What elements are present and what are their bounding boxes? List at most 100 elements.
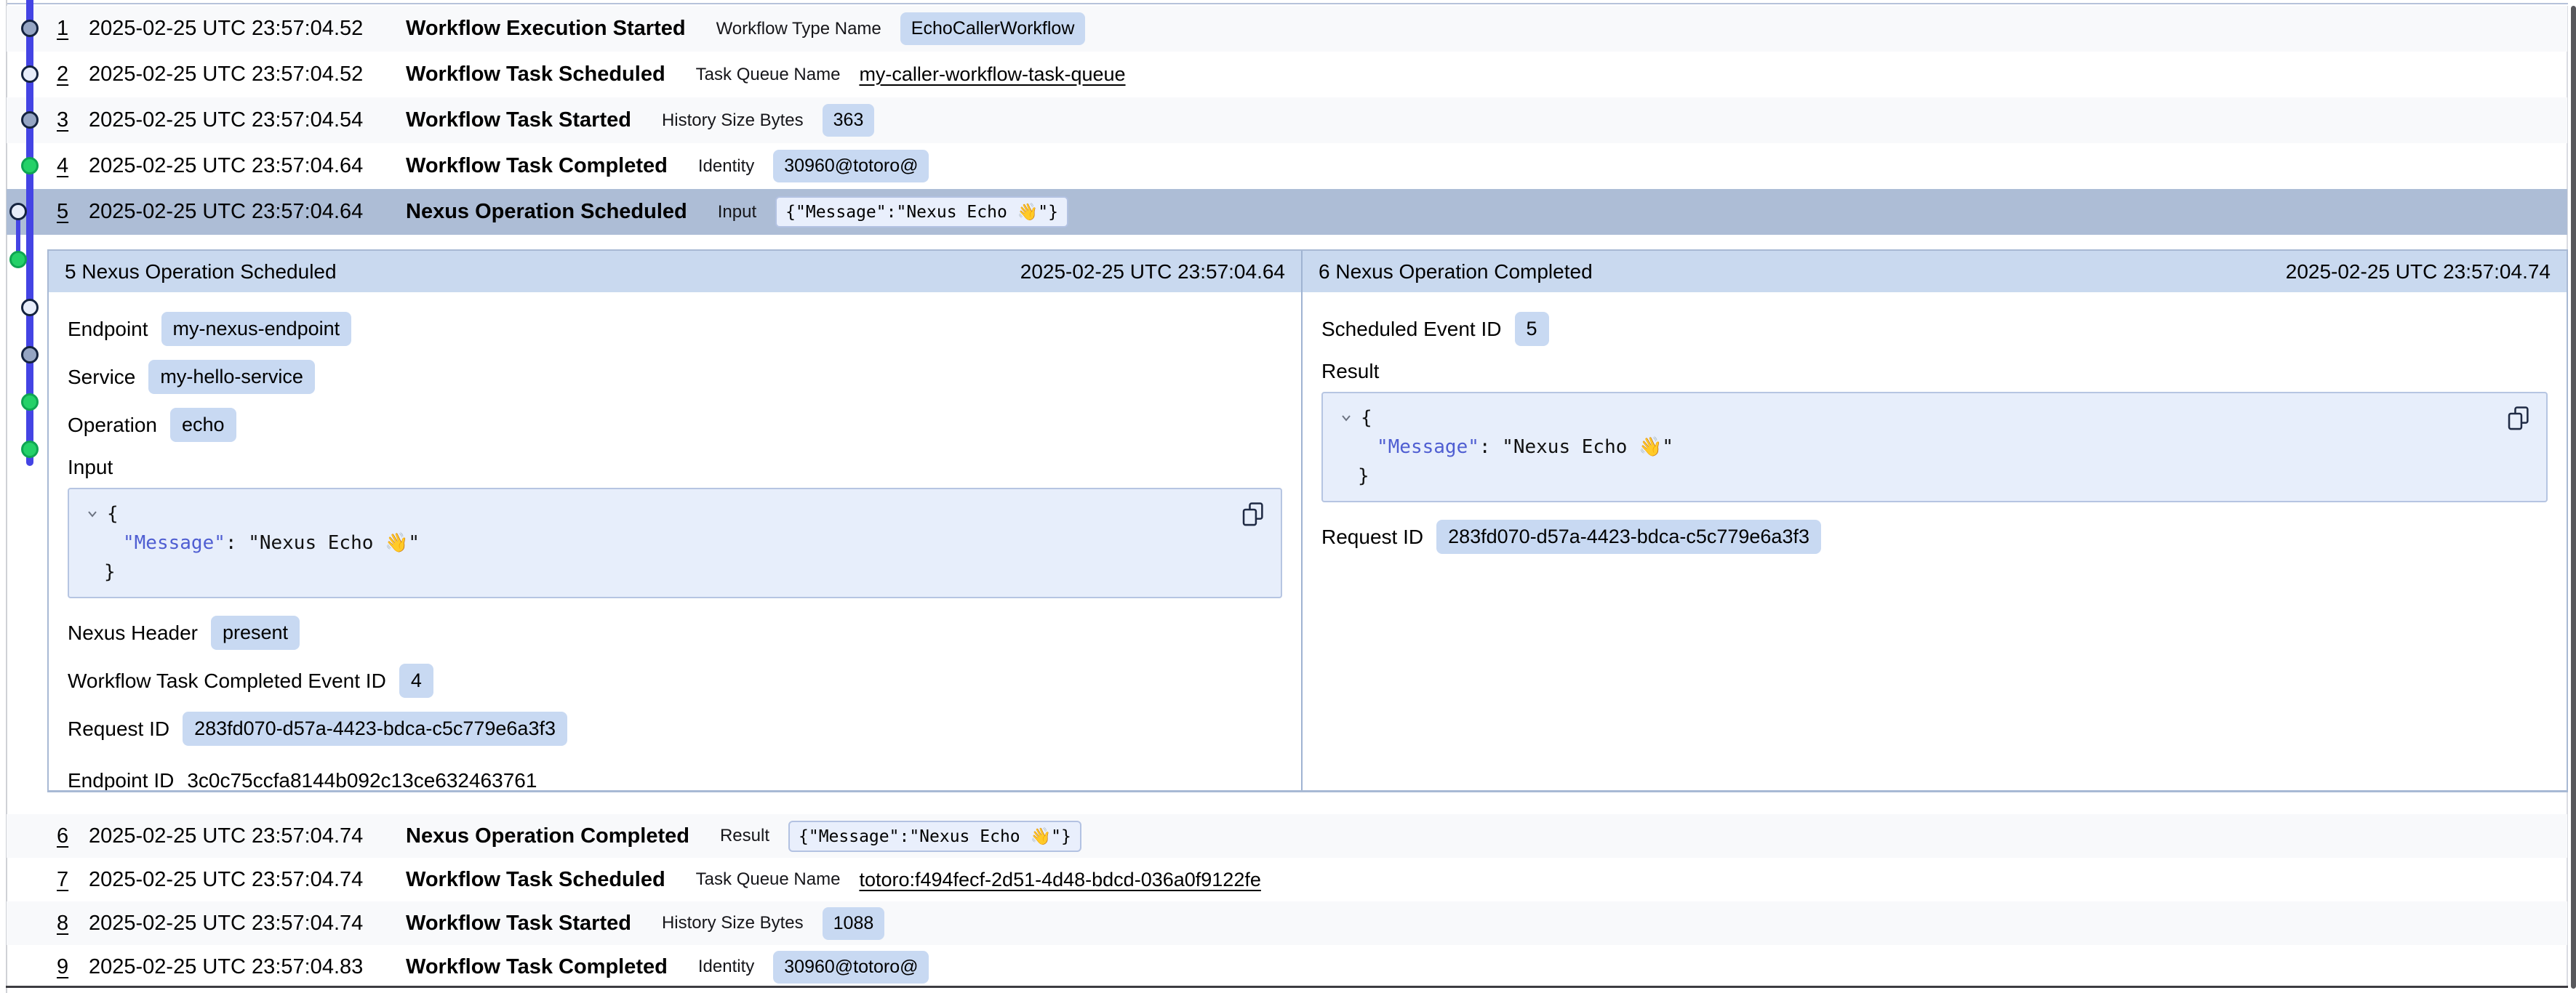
- endpoint-id-link[interactable]: 3c0c75ccfa8144b092c13ce632463761: [187, 769, 537, 790]
- field-value-chip: present: [211, 616, 300, 650]
- field-label: Scheduled Event ID: [1321, 318, 1502, 341]
- json-open-brace: {: [107, 499, 119, 528]
- field-endpoint-id: Endpoint ID 3c0c75ccfa8144b092c13ce63246…: [68, 769, 1282, 790]
- event-type: Workflow Task Started: [406, 912, 631, 936]
- field-result: Result: [1321, 360, 2548, 383]
- event-detail-value-chip: 363: [823, 104, 875, 137]
- event-id-link[interactable]: 7: [57, 868, 89, 892]
- event-timeline-graph: [0, 0, 51, 502]
- event-detail-label: Task Queue Name: [696, 869, 841, 890]
- task-queue-link[interactable]: totoro:f494fecf-2d51-4d48-bdcd-036a0f912…: [859, 869, 1260, 891]
- nexus-operation-scheduled-pane: 5 Nexus Operation Scheduled 2025-02-25 U…: [49, 251, 1303, 790]
- event-type: Workflow Execution Started: [406, 17, 686, 41]
- event-timestamp: 2025-02-25 UTC 23:57:04.54: [89, 108, 406, 132]
- event-row-3[interactable]: 3 2025-02-25 UTC 23:57:04.54 Workflow Ta…: [7, 97, 2567, 143]
- event-id-link[interactable]: 8: [57, 912, 89, 936]
- event-timestamp: 2025-02-25 UTC 23:57:04.52: [89, 17, 406, 41]
- result-json-viewer: { "Message": "Nexus Echo 👋" }: [1321, 392, 2548, 502]
- event-type: Workflow Task Started: [406, 108, 631, 132]
- event-row-4[interactable]: 4 2025-02-25 UTC 23:57:04.64 Workflow Ta…: [7, 143, 2567, 189]
- event-detail-value-json-chip: {"Message":"Nexus Echo 👋"}: [775, 196, 1068, 228]
- event-row-9[interactable]: 9 2025-02-25 UTC 23:57:04.83 Workflow Ta…: [7, 945, 2567, 989]
- event-detail-label: Identity: [698, 957, 754, 977]
- field-value-chip: my-nexus-endpoint: [161, 312, 352, 346]
- event-row-6[interactable]: 6 2025-02-25 UTC 23:57:04.74 Nexus Opera…: [7, 814, 2567, 858]
- json-line: }: [1339, 462, 2530, 491]
- copy-button[interactable]: [2505, 405, 2530, 433]
- timeline-dot-9: [23, 395, 38, 410]
- task-queue-link[interactable]: my-caller-workflow-task-queue: [859, 63, 1125, 86]
- timeline-dot-5: [11, 204, 26, 220]
- event-type: Nexus Operation Scheduled: [406, 200, 687, 224]
- event-detail-panel: 5 Nexus Operation Scheduled 2025-02-25 U…: [47, 249, 2568, 792]
- timeline-dot-6: [11, 252, 26, 268]
- json-line: {: [1339, 403, 2530, 433]
- event-history-view: 1 2025-02-25 UTC 23:57:04.52 Workflow Ex…: [0, 0, 2576, 993]
- json-value: : "Nexus Echo 👋": [225, 532, 420, 554]
- json-value: : "Nexus Echo 👋": [1479, 436, 1673, 458]
- event-timestamp: 2025-02-25 UTC 23:57:04.52: [89, 63, 406, 87]
- timeline-dot-10: [23, 442, 38, 457]
- event-detail-label: Result: [720, 826, 769, 846]
- event-detail-label: Input: [718, 202, 756, 222]
- event-row-8[interactable]: 8 2025-02-25 UTC 23:57:04.74 Workflow Ta…: [7, 901, 2567, 945]
- field-request-id: Request ID 283fd070-d57a-4423-bdca-c5c77…: [1321, 520, 2548, 554]
- event-row-2[interactable]: 2 2025-02-25 UTC 23:57:04.52 Workflow Ta…: [7, 52, 2567, 97]
- pane-body: Endpoint my-nexus-endpoint Service my-he…: [49, 292, 1301, 790]
- field-label: Workflow Task Completed Event ID: [68, 670, 386, 693]
- event-type: Workflow Task Scheduled: [406, 63, 665, 87]
- event-type: Workflow Task Scheduled: [406, 868, 665, 892]
- event-detail-value-chip: 30960@totoro@: [773, 951, 929, 984]
- pane-header: 6 Nexus Operation Completed 2025-02-25 U…: [1303, 251, 2567, 292]
- chevron-down-icon[interactable]: [1339, 411, 1353, 425]
- table-top-border: [6, 3, 2568, 4]
- event-type: Workflow Task Completed: [406, 955, 668, 979]
- field-workflow-task-completed-event-id: Workflow Task Completed Event ID 4: [68, 664, 1282, 698]
- copy-icon: [2505, 405, 2530, 433]
- field-label: Endpoint: [68, 318, 148, 341]
- event-id-link[interactable]: 2: [57, 63, 89, 87]
- field-value-chip: 4: [399, 664, 433, 698]
- event-id-link[interactable]: 3: [57, 108, 89, 132]
- field-endpoint: Endpoint my-nexus-endpoint: [68, 312, 1282, 346]
- event-detail-label: Workflow Type Name: [716, 19, 881, 39]
- event-row-7[interactable]: 7 2025-02-25 UTC 23:57:04.74 Workflow Ta…: [7, 858, 2567, 901]
- field-request-id: Request ID 283fd070-d57a-4423-bdca-c5c77…: [68, 712, 1282, 746]
- event-detail-label: Identity: [698, 156, 754, 177]
- event-detail-label: Task Queue Name: [696, 65, 841, 85]
- scrollbar-thumb[interactable]: [2571, 6, 2576, 989]
- event-row-5-selected[interactable]: 5 2025-02-25 UTC 23:57:04.64 Nexus Opera…: [7, 189, 2567, 235]
- timeline-dot-4: [23, 158, 38, 174]
- json-close-brace: }: [1358, 465, 1369, 487]
- json-key: "Message": [1377, 436, 1479, 458]
- pane-header: 5 Nexus Operation Scheduled 2025-02-25 U…: [49, 251, 1301, 292]
- copy-button[interactable]: [1240, 501, 1265, 528]
- event-timestamp: 2025-02-25 UTC 23:57:04.64: [89, 200, 406, 224]
- field-label: Request ID: [68, 717, 169, 741]
- event-type: Nexus Operation Completed: [406, 824, 689, 848]
- nexus-operation-completed-pane: 6 Nexus Operation Completed 2025-02-25 U…: [1303, 251, 2567, 790]
- event-timestamp: 2025-02-25 UTC 23:57:04.74: [89, 824, 406, 848]
- timeline-dot-8: [23, 347, 38, 363]
- field-label: Nexus Header: [68, 622, 198, 645]
- event-timestamp: 2025-02-25 UTC 23:57:04.74: [89, 868, 406, 892]
- timeline-dot-1: [23, 21, 38, 36]
- event-row-1[interactable]: 1 2025-02-25 UTC 23:57:04.52 Workflow Ex…: [7, 6, 2567, 52]
- event-id-link[interactable]: 5: [57, 200, 89, 224]
- field-input: Input: [68, 456, 1282, 479]
- event-id-link[interactable]: 9: [57, 955, 89, 979]
- event-id-link[interactable]: 4: [57, 154, 89, 178]
- event-detail-value-chip: EchoCallerWorkflow: [900, 12, 1086, 45]
- chevron-down-icon[interactable]: [85, 507, 100, 521]
- event-detail-label: History Size Bytes: [662, 110, 804, 131]
- input-json-viewer: { "Message": "Nexus Echo 👋" }: [68, 488, 1282, 598]
- event-rows-bottom: 6 2025-02-25 UTC 23:57:04.74 Nexus Opera…: [7, 814, 2567, 989]
- event-id-link[interactable]: 1: [57, 17, 89, 41]
- field-label: Result: [1321, 360, 1379, 383]
- event-detail-value-chip: 1088: [823, 907, 885, 940]
- event-detail-label: History Size Bytes: [662, 913, 804, 933]
- json-line: "Message": "Nexus Echo 👋": [1339, 433, 2530, 462]
- event-id-link[interactable]: 6: [57, 824, 89, 848]
- timeline-dot-2: [23, 67, 38, 82]
- pane-title: 5 Nexus Operation Scheduled: [65, 260, 337, 284]
